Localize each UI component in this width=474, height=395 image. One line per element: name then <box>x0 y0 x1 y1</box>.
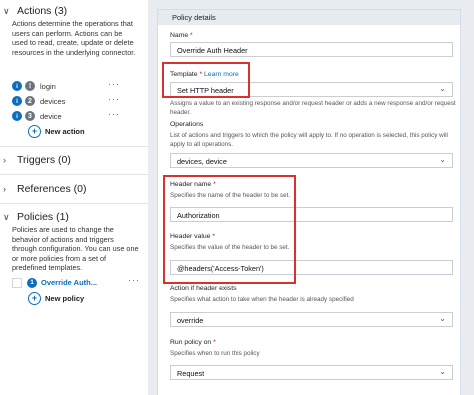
action-type-icon: ! <box>25 81 35 91</box>
new-action-button[interactable]: + New action <box>28 125 85 138</box>
definition-sidebar: ∨ Actions (3) Actions determine the oper… <box>0 0 148 395</box>
run-policy-on-value: Request <box>177 369 205 378</box>
references-section-header[interactable]: › References (0) <box>3 183 86 195</box>
chevron-down-icon: ⌄ <box>439 84 446 93</box>
chevron-down-icon: ⌄ <box>439 314 446 323</box>
policies-description: Policies are used to change the behavior… <box>12 225 139 273</box>
chevron-down-icon: ⌄ <box>439 155 446 164</box>
plus-circle-icon: + <box>28 125 41 138</box>
more-options-icon[interactable]: ··· <box>108 94 120 104</box>
run-policy-on-dropdown[interactable]: Request ⌄ <box>170 365 453 380</box>
info-icon: i <box>12 81 22 91</box>
template-highlight-box <box>162 62 250 98</box>
triggers-title: Triggers (0) <box>17 154 71 166</box>
panel-title: Policy details <box>172 13 216 22</box>
actions-title: Actions (3) <box>17 5 68 17</box>
action-item-devices[interactable]: i 2 devices ··· <box>12 94 140 107</box>
new-policy-button[interactable]: + New policy <box>28 292 84 305</box>
operations-label: Operations <box>170 121 204 128</box>
operations-help: List of actions and triggers to which th… <box>170 132 448 148</box>
section-divider <box>0 174 148 175</box>
action-if-exists-value: override <box>177 316 204 325</box>
action-item-login[interactable]: i ! login ··· <box>12 79 140 92</box>
action-label: devices <box>40 96 66 106</box>
chevron-right-icon: › <box>3 155 6 165</box>
run-policy-on-help: Specifies when to run this policy <box>170 350 260 357</box>
policy-item-override-auth[interactable]: 1 Override Auth... ··· <box>12 275 148 289</box>
action-label: device <box>40 111 62 121</box>
action-item-device[interactable]: i 3 device ··· <box>12 109 140 122</box>
actions-section-header[interactable]: ∨ Actions (3) <box>3 5 67 17</box>
policies-section-header[interactable]: ∨ Policies (1) <box>3 211 69 223</box>
operations-value: devices, device <box>177 157 227 166</box>
action-label: login <box>40 81 56 91</box>
action-if-exists-help: Specifies what action to take when the h… <box>170 296 354 303</box>
triggers-section-header[interactable]: › Triggers (0) <box>3 154 71 166</box>
name-label: Name * <box>170 32 193 39</box>
action-type-icon: 2 <box>25 96 35 106</box>
plus-circle-icon: + <box>28 292 41 305</box>
run-policy-on-label: Run policy on * <box>170 339 216 346</box>
section-divider <box>0 203 148 204</box>
action-if-exists-label: Action if header exists <box>170 285 237 292</box>
more-options-icon[interactable]: ··· <box>108 109 120 119</box>
action-if-exists-dropdown[interactable]: override ⌄ <box>170 312 453 327</box>
info-icon: i <box>12 111 22 121</box>
chevron-down-icon: ∨ <box>3 5 10 16</box>
chevron-down-icon: ∨ <box>3 211 10 222</box>
header-fields-highlight-box <box>163 175 296 284</box>
actions-description: Actions determine the operations that us… <box>12 19 136 57</box>
new-action-label: New action <box>45 127 85 136</box>
new-policy-label: New policy <box>45 294 85 303</box>
policy-details-header: Policy details <box>158 10 460 25</box>
more-options-icon[interactable]: ··· <box>108 79 120 89</box>
chevron-down-icon: ⌄ <box>439 367 446 376</box>
action-type-icon: 3 <box>25 111 35 121</box>
policies-title: Policies (1) <box>17 211 69 223</box>
more-options-icon[interactable]: ··· <box>128 275 140 285</box>
info-icon: i <box>12 96 22 106</box>
name-input[interactable]: Override Auth Header <box>170 42 453 57</box>
references-title: References (0) <box>17 183 87 195</box>
template-help: Assigns a value to an existing response … <box>170 100 456 116</box>
operations-dropdown[interactable]: devices, device ⌄ <box>170 153 453 168</box>
policy-label: Override Auth... <box>41 278 97 287</box>
section-divider <box>0 146 148 147</box>
policy-select-checkbox[interactable] <box>12 277 22 288</box>
policy-number-badge: 1 <box>27 277 37 288</box>
chevron-right-icon: › <box>3 184 6 194</box>
